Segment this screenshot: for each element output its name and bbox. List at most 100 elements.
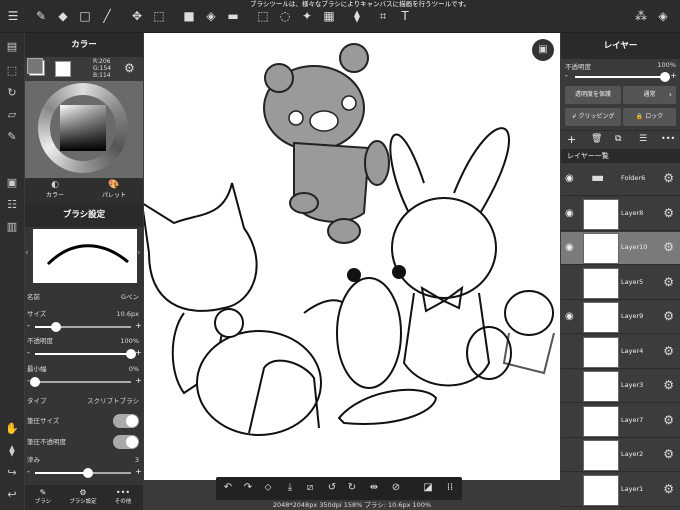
layer-settings-gear-icon[interactable]: ⚙ — [663, 309, 674, 323]
brush-settings-icon[interactable]: ☷ — [4, 197, 20, 213]
layer-settings-gear-icon[interactable]: ⚙ — [663, 206, 674, 220]
snap-icon[interactable]: ✎ — [4, 129, 20, 145]
layer-settings-gear-icon[interactable]: ⚙ — [663, 344, 674, 358]
prev-brush-icon[interactable]: ‹ — [25, 248, 29, 258]
redo-icon[interactable]: ↪ — [4, 465, 20, 481]
tab-color[interactable]: ◐ カラー — [43, 180, 67, 199]
layer-list-icon[interactable]: ☰ — [639, 134, 647, 144]
deselect-icon[interactable]: ⧄ — [302, 480, 318, 496]
min-width-slider[interactable] — [30, 377, 131, 387]
blur-plus-icon[interactable]: + — [135, 467, 142, 476]
pen-tool-icon[interactable]: ✎ — [32, 7, 50, 25]
layer-opacity-slider-knob[interactable] — [660, 72, 670, 82]
secondary-color-swatch[interactable] — [55, 61, 71, 77]
delete-layer-icon[interactable]: 🗑 — [591, 134, 602, 144]
lasso-tool-icon[interactable]: ◌ — [276, 7, 294, 25]
duplicate-layer-icon[interactable]: ⧉ — [615, 134, 621, 144]
layer-settings-gear-icon[interactable]: ⚙ — [663, 413, 674, 427]
layer-opacity-minus-icon[interactable]: - — [565, 71, 568, 80]
layer-row[interactable]: ◉ Layer8 ⚙ — [561, 197, 680, 231]
blur-minus-icon[interactable]: - — [27, 467, 30, 476]
move-tool-icon[interactable]: ✥ — [128, 7, 146, 25]
layer-opacity-plus-icon[interactable]: + — [670, 71, 677, 80]
opacity-minus-icon[interactable]: - — [27, 348, 30, 357]
snap-off-icon[interactable]: ⊘ — [388, 480, 404, 496]
layer-opacity-slider[interactable] — [575, 72, 670, 82]
pages-icon[interactable]: ▤ — [4, 39, 20, 55]
rotate-left-icon[interactable]: ↺ — [324, 480, 340, 496]
tab-brush[interactable]: ✎ ブラシ — [31, 488, 55, 505]
crop-tool-icon[interactable]: ⌗ — [374, 7, 392, 25]
color-panel-icon[interactable]: ▣ — [4, 175, 20, 191]
import-icon[interactable]: ⤓ — [282, 480, 298, 496]
type-row[interactable]: タイプ スクリプトブラシ — [27, 395, 141, 407]
select-pen-icon[interactable]: ▦ — [320, 7, 338, 25]
redo-icon[interactable]: ↷ — [240, 480, 256, 496]
drawing-canvas[interactable]: ▣ — [140, 33, 560, 480]
saturation-square[interactable] — [60, 105, 106, 151]
magic-wand-icon[interactable]: ✦ — [298, 7, 316, 25]
visibility-eye-icon[interactable]: ◉ — [565, 173, 574, 184]
canvas-panel-toggle-icon[interactable]: ▣ — [532, 39, 554, 61]
grid-menu-icon[interactable]: ⁞⁞ — [442, 480, 458, 496]
tab-palette[interactable]: 🎨 パレット — [99, 180, 129, 199]
rotate-icon[interactable]: ↻ — [4, 85, 20, 101]
visibility-eye-icon[interactable]: ◉ — [565, 208, 574, 219]
eyedropper-icon[interactable]: ⧫ — [4, 443, 20, 459]
transform-tool-icon[interactable]: ⬚ — [150, 7, 168, 25]
layer-row[interactable]: ◉ Layer10 ⚙ — [561, 232, 680, 265]
visibility-eye-icon[interactable]: ◉ — [565, 242, 574, 253]
selection-icon[interactable]: ⬚ — [4, 63, 20, 79]
gradient-tool-icon[interactable]: ▬ — [224, 7, 242, 25]
opacity-plus-icon[interactable]: + — [135, 348, 142, 357]
layer-row[interactable]: ◉ Layer9 ⚙ — [561, 301, 680, 334]
ruler-icon[interactable]: ▱ — [4, 107, 20, 123]
layer-settings-gear-icon[interactable]: ⚙ — [663, 447, 674, 461]
layers-icon[interactable]: ◈ — [654, 7, 672, 25]
layer-row[interactable]: Layer1 ⚙ — [561, 473, 680, 507]
color-settings-gear-icon[interactable]: ⚙ — [124, 61, 135, 75]
brush-icon[interactable]: ▥ — [4, 219, 20, 235]
hand-icon[interactable]: ✋ — [4, 421, 20, 437]
tab-brush-settings[interactable]: ⚙ ブラシ設定 — [65, 488, 101, 505]
layer-row[interactable]: Layer5 ⚙ — [561, 266, 680, 300]
blur-slider-knob[interactable] — [83, 468, 93, 478]
add-layer-icon[interactable]: + — [567, 133, 576, 146]
pressure-size-toggle[interactable] — [113, 414, 139, 428]
visibility-eye-icon[interactable]: ◉ — [565, 311, 574, 322]
pressure-opacity-toggle[interactable] — [113, 435, 139, 449]
eraser-tool-icon[interactable]: ◆ — [54, 7, 72, 25]
size-plus-icon[interactable]: + — [135, 321, 142, 330]
layer-settings-gear-icon[interactable]: ⚙ — [663, 378, 674, 392]
min-width-plus-icon[interactable]: + — [135, 376, 142, 385]
layer-settings-gear-icon[interactable]: ⚙ — [663, 240, 674, 254]
line-tool-icon[interactable]: ╱ — [98, 7, 116, 25]
clipping-button[interactable]: ↲ クリッピング — [565, 108, 621, 126]
tab-more[interactable]: ••• その他 — [111, 488, 135, 505]
layer-row[interactable]: Layer2 ⚙ — [561, 439, 680, 472]
layer-settings-gear-icon[interactable]: ⚙ — [663, 482, 674, 496]
undo-icon[interactable]: ↩ — [4, 487, 20, 503]
foreground-color-swatch[interactable] — [27, 58, 43, 74]
layer-row[interactable]: Layer7 ⚙ — [561, 404, 680, 438]
blend-mode-button[interactable]: 通常 › — [623, 86, 676, 104]
rectangle-tool-icon[interactable]: □ — [76, 7, 94, 25]
eyedropper-tool-icon[interactable]: ⧫ — [348, 7, 366, 25]
next-brush-icon[interactable]: › — [137, 248, 141, 258]
transform-icon[interactable]: ⬦ — [260, 480, 276, 496]
more-layer-options-icon[interactable]: ••• — [661, 134, 675, 143]
brush-name-row[interactable]: 名前 Gペン — [27, 291, 141, 303]
layer-row[interactable]: Layer4 ⚙ — [561, 335, 680, 369]
rotate-right-icon[interactable]: ↻ — [344, 480, 360, 496]
materials-icon[interactable]: ⁂ — [632, 7, 650, 25]
quick-access-icon[interactable]: ◪ — [420, 480, 436, 496]
flip-icon[interactable]: ⇹ — [366, 480, 382, 496]
fill-color-icon[interactable]: ■ — [180, 7, 198, 25]
layer-row[interactable]: Layer3 ⚙ — [561, 370, 680, 403]
size-slider[interactable] — [35, 322, 131, 332]
layer-row[interactable]: ◉ ▬ Folder6 ⚙ — [561, 163, 680, 196]
blur-slider[interactable] — [35, 468, 131, 478]
size-slider-knob[interactable] — [51, 322, 61, 332]
bucket-tool-icon[interactable]: ◈ — [202, 7, 220, 25]
menu-icon[interactable]: ☰ — [4, 7, 22, 25]
